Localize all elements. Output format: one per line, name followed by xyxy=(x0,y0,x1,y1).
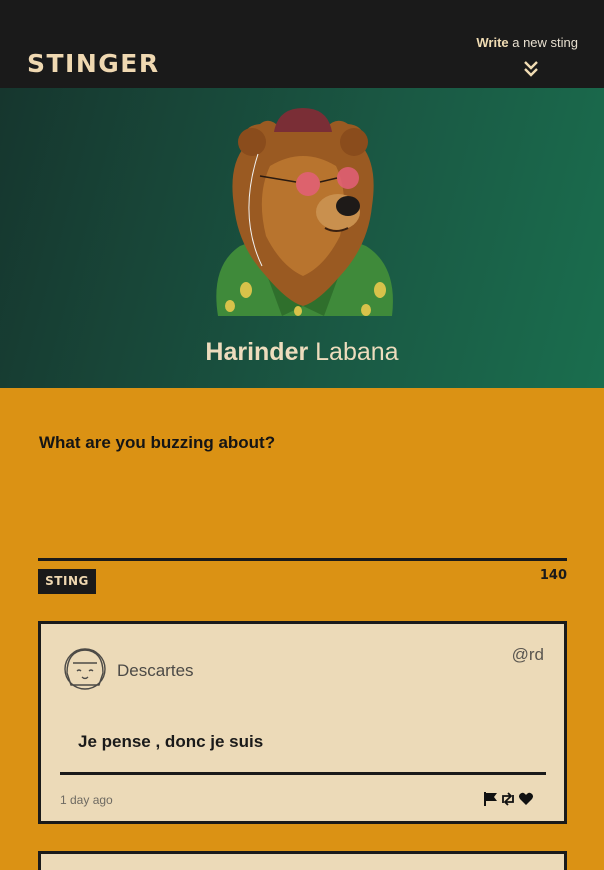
write-link-bold: Write xyxy=(476,35,509,50)
sting-timestamp: 1 day ago xyxy=(60,793,113,807)
write-link-rest: a new sting xyxy=(508,35,578,50)
flag-icon[interactable] xyxy=(483,791,498,807)
sting-author[interactable]: Descartes xyxy=(117,661,194,681)
compose-divider xyxy=(38,558,567,561)
sting-actions xyxy=(483,791,535,807)
sting-card-next xyxy=(38,851,567,870)
profile-name: Harinder Labana xyxy=(0,338,604,367)
sting-handle[interactable]: @rd xyxy=(512,645,544,665)
sting-button[interactable]: STING xyxy=(38,569,96,594)
retweet-icon[interactable] xyxy=(500,791,516,807)
profile-hero: Harinder Labana xyxy=(0,88,604,388)
profile-first-name: Harinder xyxy=(205,338,309,366)
profile-avatar[interactable] xyxy=(200,106,406,318)
sting-card: Descartes @rd Je pense , donc je suis 1 … xyxy=(38,621,567,824)
sting-text: Je pense , donc je suis xyxy=(78,732,264,751)
profile-last-name: Labana xyxy=(315,338,399,366)
author-avatar[interactable] xyxy=(63,645,107,693)
chevron-double-down-icon[interactable] xyxy=(523,60,539,78)
sting-divider xyxy=(60,772,546,775)
compose-input[interactable]: What are you buzzing about? xyxy=(39,433,275,453)
app-logo[interactable]: STINGER xyxy=(27,50,160,78)
char-counter: 140 xyxy=(539,568,567,583)
top-bar: STINGER Write a new sting xyxy=(0,0,604,88)
write-new-sting-link[interactable]: Write a new sting xyxy=(476,35,578,50)
heart-icon[interactable] xyxy=(518,791,534,807)
